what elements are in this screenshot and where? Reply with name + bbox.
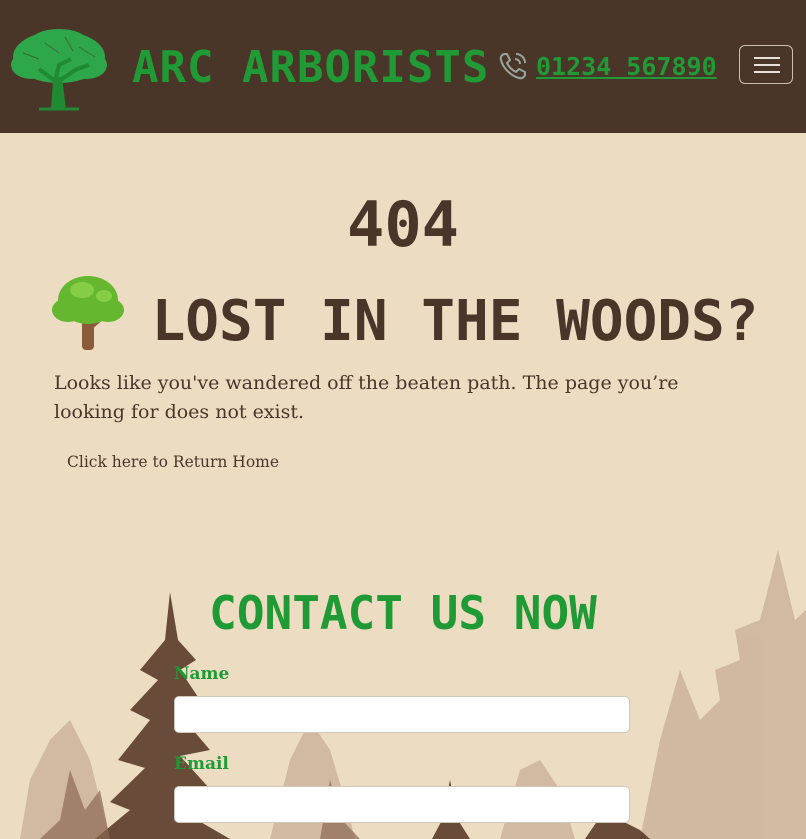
- error-message: Looks like you've wandered off the beate…: [54, 372, 679, 423]
- return-home-link[interactable]: Click here to Return Home: [67, 450, 279, 474]
- error-code: 404: [347, 188, 459, 261]
- phone-link[interactable]: 01234 567890: [536, 50, 717, 84]
- name-field[interactable]: [174, 696, 630, 733]
- hamburger-menu-icon: [754, 64, 780, 66]
- tree-emoji-icon: [51, 276, 124, 350]
- contact-section-title: CONTACT US NOW: [209, 586, 597, 640]
- phone-icon: [499, 53, 526, 80]
- hamburger-menu-icon: [754, 71, 780, 73]
- name-field-label: Name: [174, 664, 230, 684]
- brand-name[interactable]: ARC ARBORISTS: [132, 42, 489, 94]
- email-field-label: Email: [174, 754, 229, 774]
- hamburger-menu-icon: [754, 57, 780, 59]
- site-header: ARC ARBORISTS 01234 567890: [0, 0, 806, 133]
- tree-logo-icon[interactable]: [9, 29, 109, 111]
- email-field[interactable]: [174, 786, 630, 823]
- error-headline-text: Lost in the woods?: [151, 289, 759, 354]
- error-headline: Lost in the woods?: [0, 272, 806, 363]
- menu-toggle-button[interactable]: [739, 45, 793, 84]
